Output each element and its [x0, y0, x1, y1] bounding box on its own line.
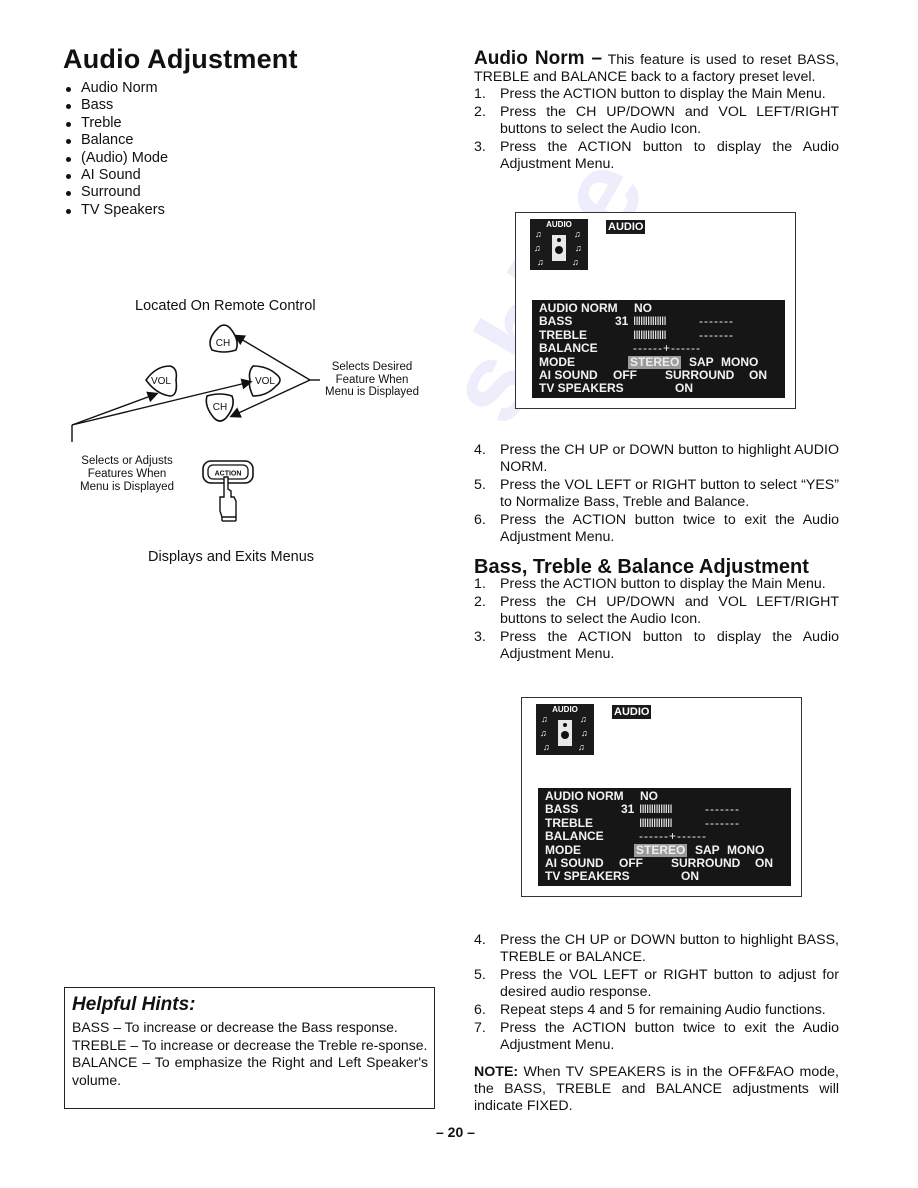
audio-norm-steps-a: 1. Press the ACTION button to display the…	[474, 86, 839, 173]
step-item: 3. Press the ACTION button to display the…	[474, 139, 839, 172]
remote-caption: Located On Remote Control	[135, 298, 316, 314]
bass-treble-steps-a: 1. Press the ACTION button to display the…	[474, 576, 839, 663]
step-item: 3. Press the ACTION button to display the…	[474, 629, 839, 662]
note-text: When TV SPEAKERS is in the OFF&FAO mode,…	[474, 1064, 839, 1114]
step-item: 5. Press the VOL LEFT or RIGHT button to …	[474, 967, 839, 1000]
bass-treble-steps-b: 4. Press the CH UP or DOWN button to high…	[474, 932, 839, 1054]
feature-list: Audio Norm Bass Treble Balance (Audio) M…	[64, 80, 168, 219]
audio-tag: AUDIO	[606, 220, 646, 234]
hints-title: Helpful Hints:	[72, 994, 196, 1015]
audio-icon: AUDIO ♫ ♫ ♫ ♫ ♫ ♫	[536, 704, 594, 755]
hint-treble: TREBLE – To increase or decrease the Tre…	[72, 1036, 428, 1053]
audio-norm-steps-b-section: 4. Press the CH UP or DOWN button to high…	[474, 442, 839, 547]
menu-row-audio-norm: AUDIO NORM NO	[539, 301, 652, 315]
audio-menu-screen-2: AUDIO ♫ ♫ ♫ ♫ ♫ ♫ AUDIO AUDIO NORM NO BASS 31…	[521, 697, 802, 897]
page-title: Audio Adjustment	[63, 44, 298, 74]
audio-icon: AUDIO ♫ ♫ ♫ ♫ ♫ ♫	[530, 219, 588, 270]
action-button-hand-icon: ACTION	[202, 460, 254, 522]
audio-adjustment-menu: AUDIO NORM NO BASS 31 IIIIIIIIIIIIII -------…	[532, 300, 785, 398]
menu-row-balance: BALANCE ------+------	[539, 341, 701, 356]
speaker-icon	[552, 235, 566, 261]
feature-item: Surround	[64, 184, 168, 201]
step-item: 2. Press the CH UP/DOWN and VOL LEFT/RIGH…	[474, 594, 839, 627]
step-item: 6. Repeat steps 4 and 5 for remaining Aud…	[474, 1002, 826, 1018]
vol-right-label: VOL	[255, 376, 275, 387]
bass-treble-heading: Bass, Treble & Balance Adjustment	[474, 556, 809, 578]
audio-menu-screen-1: AUDIO ♫ ♫ ♫ ♫ ♫ ♫ AUDIO AUDIO NORM NO BASS 31…	[515, 212, 796, 409]
feature-item: Balance	[64, 132, 168, 149]
feature-item: TV Speakers	[64, 202, 168, 219]
speaker-icon	[558, 720, 572, 746]
menu-row-mode: MODE STEREO SAP MONO	[545, 842, 765, 857]
step-item: 1. Press the ACTION button to display the…	[474, 86, 826, 102]
bass-treble-steps-b-section: 4. Press the CH UP or DOWN button to high…	[474, 932, 839, 1115]
step-item: 4. Press the CH UP or DOWN button to high…	[474, 442, 839, 475]
step-item: 5. Press the VOL LEFT or RIGHT button to …	[474, 477, 839, 510]
note-label: NOTE:	[474, 1064, 519, 1080]
audio-norm-steps-b: 4. Press the CH UP or DOWN button to high…	[474, 442, 839, 546]
menu-row-treble: TREBLE IIIIIIIIIIIIII -------	[539, 327, 734, 342]
menu-row-audio-norm: AUDIO NORM NO	[545, 789, 658, 803]
note-paragraph: NOTE: When TV SPEAKERS is in the OFF&FAO…	[474, 1064, 839, 1115]
displays-exits-caption: Displays and Exits Menus	[148, 549, 315, 565]
audio-tag: AUDIO	[612, 705, 652, 719]
audio-adjustment-menu: AUDIO NORM NO BASS 31 IIIIIIIIIIIIII -------…	[538, 788, 791, 886]
feature-item: AI Sound	[64, 167, 168, 184]
menu-row-bass: BASS 31 IIIIIIIIIIIIII -------	[539, 314, 734, 329]
menu-row-mode: MODE STEREO SAP MONO	[539, 354, 759, 369]
menu-row-tv-speakers: TV SPEAKERS ON	[545, 869, 699, 884]
audio-norm-section: Audio Norm – This feature is used to res…	[474, 48, 839, 174]
step-item: 1. Press the ACTION button to display the…	[474, 576, 826, 592]
menu-row-balance: BALANCE ------+------	[545, 829, 707, 844]
step-item: 2. Press the CH UP/DOWN and VOL LEFT/RIGH…	[474, 104, 839, 137]
feature-item: Treble	[64, 115, 168, 132]
hint-bass: BASS – To increase or decrease the Bass …	[72, 1019, 398, 1035]
step-item: 4. Press the CH UP or DOWN button to high…	[474, 932, 839, 965]
ch-down-label: CH	[213, 402, 227, 413]
vol-left-label: VOL	[151, 376, 171, 387]
selects-desired-caption: Selects Desired Feature When Menu is Dis…	[325, 361, 419, 398]
menu-row-treble: TREBLE IIIIIIIIIIIIII -------	[545, 815, 740, 830]
bass-treble-section: Bass, Treble & Balance Adjustment 1. Pres…	[474, 556, 839, 664]
audio-norm-heading: Audio Norm –	[474, 48, 603, 69]
menu-row-ai-sound: AI SOUND OFF SURROUND ON	[539, 367, 767, 382]
hint-balance: BALANCE – To emphasize the Right and Lef…	[72, 1054, 428, 1088]
step-item: 6. Press the ACTION button twice to exit …	[474, 512, 839, 545]
selects-adjusts-caption: Selects or Adjusts Features When Menu is…	[80, 455, 174, 493]
ch-up-label: CH	[216, 338, 230, 349]
feature-item: (Audio) Mode	[64, 150, 168, 167]
step-item: 7. Press the ACTION button twice to exit …	[474, 1020, 839, 1053]
page-number: – 20 –	[436, 1124, 475, 1140]
menu-row-tv-speakers: TV SPEAKERS ON	[539, 381, 693, 396]
feature-item: Audio Norm	[64, 80, 168, 97]
menu-row-bass: BASS 31 IIIIIIIIIIIIII -------	[545, 802, 740, 817]
helpful-hints-box: Helpful Hints: BASS – To increase or dec…	[64, 987, 435, 1109]
feature-item: Bass	[64, 97, 168, 114]
menu-row-ai-sound: AI SOUND OFF SURROUND ON	[545, 855, 773, 870]
